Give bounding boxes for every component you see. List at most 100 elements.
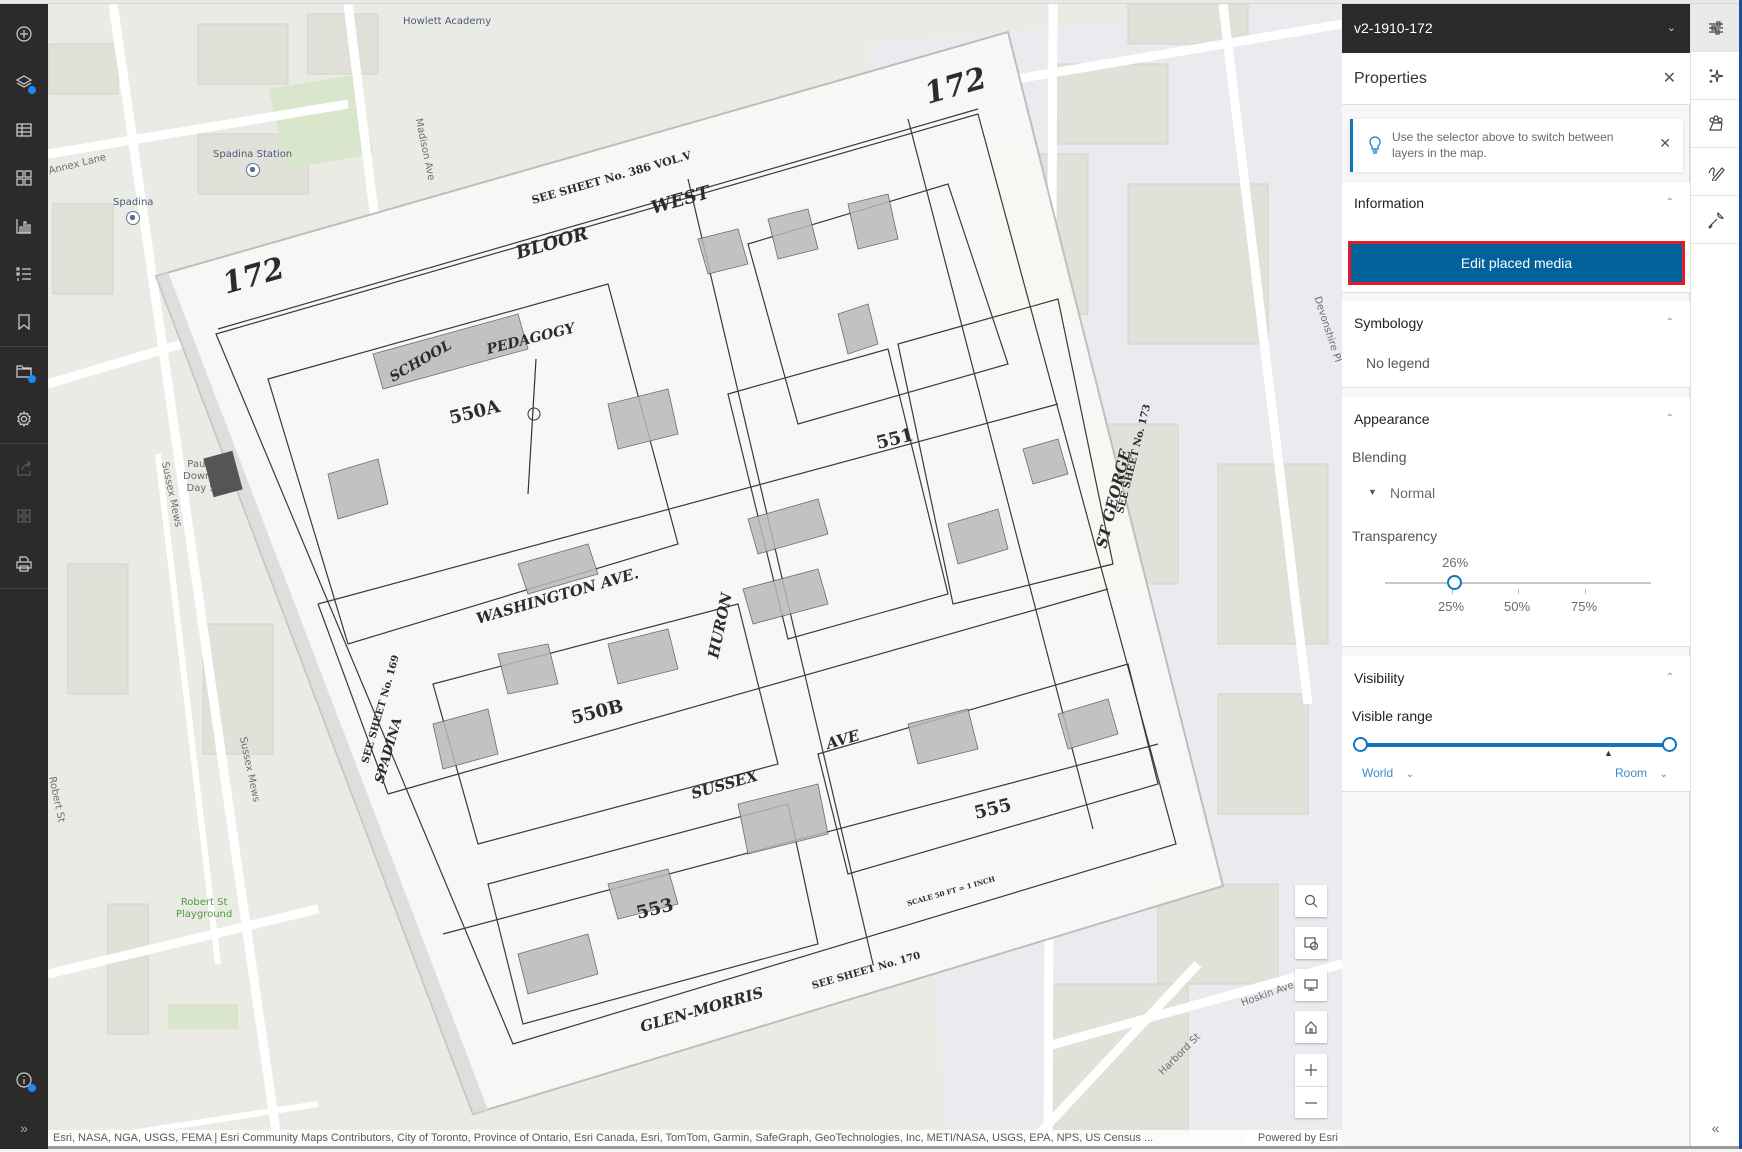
media-button[interactable] bbox=[0, 154, 48, 202]
info-notice: Use the selector above to switch between… bbox=[1350, 119, 1683, 172]
layers-button[interactable] bbox=[0, 58, 48, 106]
chevron-down-icon: ⌄ bbox=[1659, 769, 1668, 780]
fullscreen-icon bbox=[1304, 979, 1318, 991]
section-visibility: Visibility ⌃ Visible range ▲ World ⌄ Roo… bbox=[1342, 656, 1690, 792]
section-title[interactable]: Visibility bbox=[1354, 670, 1404, 686]
styles-tool-button[interactable] bbox=[1691, 100, 1740, 148]
visible-range-track[interactable] bbox=[1360, 743, 1670, 747]
add-button[interactable] bbox=[0, 10, 48, 58]
zoom-out-icon bbox=[1305, 1101, 1317, 1104]
close-panel-button[interactable]: ✕ bbox=[1663, 53, 1676, 105]
section-title[interactable]: Information bbox=[1354, 195, 1424, 211]
basemap-icon bbox=[1304, 937, 1319, 951]
bookmark-icon bbox=[18, 314, 30, 331]
share-button[interactable] bbox=[0, 444, 48, 492]
notification-dot bbox=[28, 86, 36, 94]
home-button[interactable] bbox=[1295, 1011, 1327, 1043]
left-toolbar: » bbox=[0, 4, 48, 1149]
sketch-tool-button[interactable] bbox=[1691, 148, 1740, 196]
properties-tool-button[interactable] bbox=[1691, 4, 1740, 52]
settings-button[interactable] bbox=[0, 395, 48, 443]
search-button[interactable] bbox=[1295, 885, 1327, 917]
notice-message: Use the selector above to switch between… bbox=[1392, 130, 1614, 160]
legend-icon bbox=[16, 267, 31, 281]
zoom-in-button[interactable] bbox=[1295, 1054, 1327, 1086]
styles-icon bbox=[1708, 114, 1723, 131]
blending-label: Blending bbox=[1352, 449, 1407, 465]
bookmarks-button[interactable] bbox=[0, 298, 48, 346]
tables-button[interactable] bbox=[0, 106, 48, 154]
min-scale-value: World bbox=[1362, 766, 1394, 780]
add-icon bbox=[16, 26, 32, 42]
max-scale-value: Room bbox=[1615, 766, 1648, 780]
edit-placed-media-button[interactable]: Edit placed media bbox=[1351, 244, 1682, 282]
min-scale-select[interactable]: World ⌄ bbox=[1362, 764, 1414, 782]
create-app-button[interactable] bbox=[0, 492, 48, 540]
transparency-value: 26% bbox=[1442, 555, 1469, 570]
map-properties-button[interactable] bbox=[0, 347, 48, 395]
notification-dot bbox=[28, 1084, 36, 1092]
section-title[interactable]: Appearance bbox=[1354, 411, 1430, 427]
max-scale-select[interactable]: Room ⌄ bbox=[1615, 764, 1668, 782]
section-symbology: Symbology ⌃ No legend bbox=[1342, 301, 1690, 388]
charts-icon bbox=[16, 219, 31, 234]
effects-icon bbox=[1709, 68, 1723, 83]
tick-label: 25% bbox=[1438, 599, 1465, 614]
expand-icon: » bbox=[20, 1120, 28, 1136]
map-view[interactable]: Howlett Academy Annex Lane Madison Ave S… bbox=[48, 4, 1342, 1146]
print-icon bbox=[16, 556, 32, 572]
section-appearance: Appearance ⌃ Blending ▼ Normal Transpare… bbox=[1342, 397, 1690, 647]
max-scale-thumb[interactable] bbox=[1662, 737, 1677, 752]
visible-range-label: Visible range bbox=[1352, 708, 1433, 724]
layer-selector[interactable]: v2-1910-172 ⌄ bbox=[1342, 4, 1690, 53]
min-scale-thumb[interactable] bbox=[1353, 737, 1368, 752]
chevron-down-icon: ⌄ bbox=[1405, 769, 1414, 780]
toolbar-divider bbox=[0, 588, 48, 589]
layer-name: v2-1910-172 bbox=[1354, 20, 1433, 36]
configure-tool-button[interactable] bbox=[1691, 196, 1740, 244]
dismiss-notice-button[interactable]: ✕ bbox=[1659, 135, 1671, 152]
print-button[interactable] bbox=[0, 540, 48, 588]
charts-button[interactable] bbox=[0, 202, 48, 250]
tick-label: 75% bbox=[1571, 599, 1598, 614]
tick bbox=[1518, 589, 1519, 594]
transparency-slider-thumb[interactable] bbox=[1446, 575, 1462, 590]
properties-panel: v2-1910-172 ⌄ Properties ✕ Use the selec… bbox=[1342, 4, 1690, 1146]
effects-tool-button[interactable] bbox=[1691, 52, 1740, 100]
wrench-icon bbox=[1707, 211, 1724, 229]
caret-down-icon: ▼ bbox=[1368, 487, 1377, 497]
chevron-up-icon[interactable]: ⌃ bbox=[1666, 413, 1674, 424]
collapse-panel-button[interactable]: « bbox=[1691, 1120, 1740, 1136]
apps-icon bbox=[17, 509, 31, 523]
properties-icon bbox=[1708, 20, 1723, 35]
blending-select[interactable]: ▼ Normal bbox=[1368, 483, 1568, 505]
media-icon bbox=[16, 170, 32, 186]
basemap-gallery-button[interactable] bbox=[1295, 927, 1327, 959]
legend-button[interactable] bbox=[0, 250, 48, 298]
symbology-value: No legend bbox=[1366, 355, 1430, 371]
lightbulb-icon bbox=[1369, 136, 1381, 154]
gear-icon bbox=[17, 410, 31, 428]
chevron-up-icon[interactable]: ⌃ bbox=[1666, 197, 1674, 208]
powered-by-esri[interactable]: Powered by Esri bbox=[1245, 1130, 1338, 1147]
sketch-icon bbox=[1707, 166, 1725, 181]
panel-title: Properties bbox=[1354, 70, 1427, 87]
expand-toolbar-button[interactable]: » bbox=[0, 1104, 48, 1152]
chevron-up-icon[interactable]: ⌃ bbox=[1666, 672, 1674, 683]
search-icon bbox=[1304, 894, 1318, 908]
attribution-text[interactable]: Esri, NASA, NGA, USGS, FEMA | Esri Commu… bbox=[53, 1132, 1153, 1144]
panel-header: Properties ✕ bbox=[1342, 53, 1690, 105]
transparency-slider-track[interactable] bbox=[1385, 582, 1651, 584]
section-title[interactable]: Symbology bbox=[1354, 315, 1423, 331]
current-scale-marker: ▲ bbox=[1604, 748, 1613, 758]
right-toolbar: « bbox=[1690, 4, 1740, 1146]
zoom-in-icon bbox=[1305, 1064, 1317, 1076]
placed-media-overlay[interactable]: 172 172 SEE SHEET No. 386 VOL.V BLOOR WE… bbox=[48, 4, 1342, 1146]
chevron-up-icon[interactable]: ⌃ bbox=[1666, 317, 1674, 328]
zoom-out-button[interactable] bbox=[1295, 1086, 1327, 1118]
about-button[interactable] bbox=[0, 1056, 48, 1104]
notification-dot bbox=[28, 375, 36, 383]
tick-label: 50% bbox=[1504, 599, 1531, 614]
attribution-bar: Esri, NASA, NGA, USGS, FEMA | Esri Commu… bbox=[48, 1130, 1342, 1147]
fullscreen-button[interactable] bbox=[1295, 969, 1327, 1001]
